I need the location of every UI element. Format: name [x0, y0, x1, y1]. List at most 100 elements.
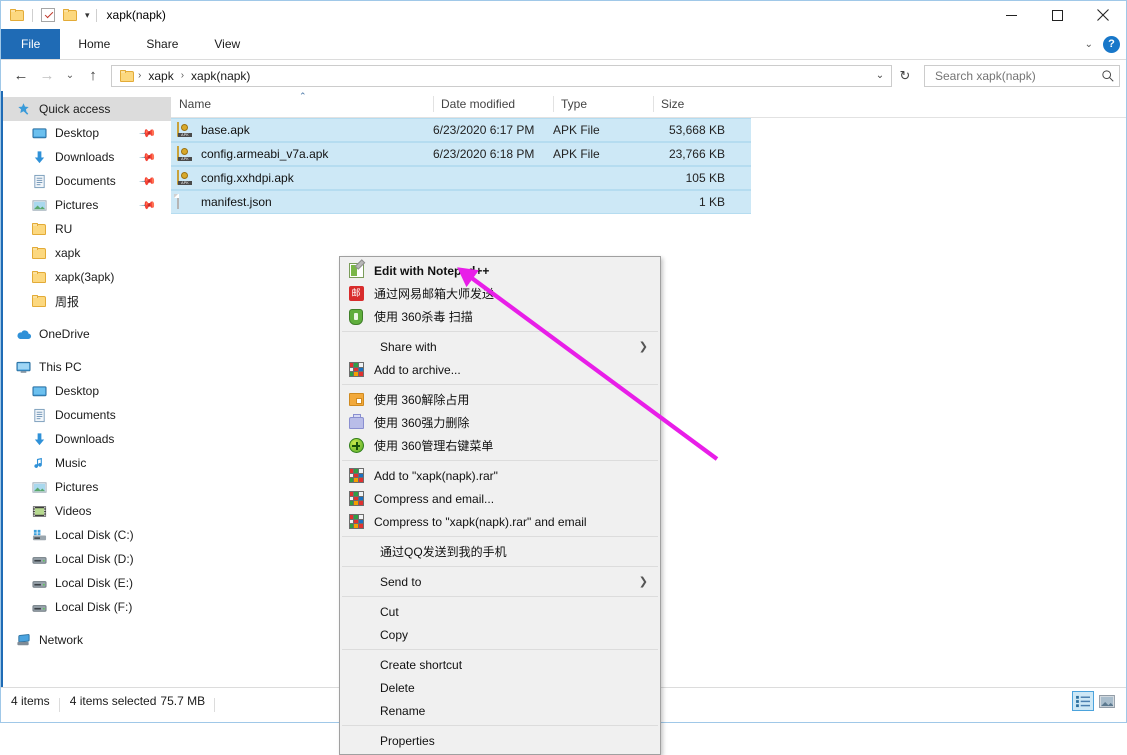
tab-file[interactable]: File	[1, 29, 60, 59]
chevron-down-icon[interactable]: ⌄	[1085, 39, 1093, 50]
sidebar-item-downloads[interactable]: Downloads 📌	[1, 145, 171, 169]
360-shield-icon	[347, 308, 365, 326]
menu-item-label: Cut	[380, 605, 399, 619]
sidebar-item-pc-music[interactable]: Music	[1, 451, 171, 475]
menu-item-netease-mail-send[interactable]: 邮 通过网易邮箱大师发送	[340, 282, 660, 305]
table-row[interactable]: manifest.json 1 KB	[171, 190, 751, 214]
menu-item-compress-to-rar-and-email[interactable]: Compress to "xapk(napk).rar" and email	[340, 510, 660, 533]
menu-item-add-to-rar[interactable]: Add to "xapk(napk).rar"	[340, 464, 660, 487]
menu-item-label: Copy	[380, 628, 408, 642]
menu-item-cut[interactable]: Cut	[340, 600, 660, 623]
tab-view[interactable]: View	[196, 29, 258, 59]
spacer	[1, 346, 171, 355]
menu-item-360-manage-context-menu[interactable]: 使用 360管理右键菜单	[340, 434, 660, 457]
minimize-icon[interactable]	[988, 1, 1034, 29]
menu-item-label: Create shortcut	[380, 658, 462, 672]
chevron-down-icon[interactable]: ▾	[85, 11, 90, 20]
menu-item-label: 通过QQ发送到我的手机	[380, 543, 507, 560]
back-arrow-icon[interactable]: ←	[9, 64, 33, 88]
new-folder-icon[interactable]	[62, 7, 79, 24]
menu-item-360-force-delete[interactable]: 使用 360强力删除	[340, 411, 660, 434]
menu-item-share-with[interactable]: Share with ❯	[340, 335, 660, 358]
close-icon[interactable]	[1080, 1, 1126, 29]
menu-item-edit-with-notepadpp[interactable]: Edit with Notepad++	[340, 259, 660, 282]
tab-home[interactable]: Home	[60, 29, 128, 59]
column-header-date-modified[interactable]: Date modified	[433, 91, 553, 117]
sidebar-label: Quick access	[39, 102, 110, 116]
search-box[interactable]	[924, 65, 1120, 87]
sidebar-item-documents[interactable]: Documents 📌	[1, 169, 171, 193]
sidebar-item-quick-access[interactable]: Quick access	[1, 97, 171, 121]
sidebar-item-zhoubao[interactable]: 周报	[1, 289, 171, 313]
context-menu: Edit with Notepad++ 邮 通过网易邮箱大师发送 使用 360杀…	[339, 256, 661, 755]
sidebar-item-ru[interactable]: RU	[1, 217, 171, 241]
up-arrow-icon[interactable]: ↑	[81, 64, 105, 88]
address-dropdown-icon[interactable]: ⌄	[871, 70, 889, 81]
details-view-button[interactable]	[1072, 691, 1094, 711]
properties-icon[interactable]	[39, 7, 56, 24]
sidebar-item-local-disk-d[interactable]: Local Disk (D:)	[1, 547, 171, 571]
sidebar-label: Pictures	[55, 480, 98, 494]
sidebar-item-pc-desktop[interactable]: Desktop	[1, 379, 171, 403]
help-icon[interactable]: ?	[1103, 36, 1120, 53]
address-field[interactable]: › xapk › xapk(napk) ⌄	[111, 65, 892, 87]
menu-item-add-to-archive[interactable]: Add to archive...	[340, 358, 660, 381]
pin-icon[interactable]: 📌	[139, 196, 158, 215]
file-name-text: manifest.json	[201, 195, 272, 209]
sidebar-item-network[interactable]: Network	[1, 628, 171, 652]
360-unlock-icon	[347, 391, 365, 409]
menu-item-properties[interactable]: Properties	[340, 729, 660, 752]
menu-item-copy[interactable]: Copy	[340, 623, 660, 646]
table-row[interactable]: config.armeabi_v7a.apk 6/23/2020 6:18 PM…	[171, 142, 751, 166]
menu-item-qq-send-to-phone[interactable]: 通过QQ发送到我的手机	[340, 540, 660, 563]
pin-icon[interactable]: 📌	[139, 124, 158, 143]
sidebar-item-pc-videos[interactable]: Videos	[1, 499, 171, 523]
title-bar: ▾ xapk(napk)	[1, 1, 1126, 29]
star-pin-icon	[15, 101, 32, 118]
menu-item-rename[interactable]: Rename	[340, 699, 660, 722]
search-icon[interactable]	[1101, 69, 1115, 83]
sidebar-item-local-disk-f[interactable]: Local Disk (F:)	[1, 595, 171, 619]
sidebar-item-desktop[interactable]: Desktop 📌	[1, 121, 171, 145]
drive-icon	[31, 551, 48, 568]
pin-icon[interactable]: 📌	[139, 148, 158, 167]
pin-icon[interactable]: 📌	[139, 172, 158, 191]
sidebar-item-this-pc[interactable]: This PC	[1, 355, 171, 379]
pictures-icon	[31, 197, 48, 214]
menu-item-send-to[interactable]: Send to ❯	[340, 570, 660, 593]
folder-icon[interactable]	[9, 7, 26, 24]
sidebar-item-onedrive[interactable]: OneDrive	[1, 322, 171, 346]
column-header-size[interactable]: Size	[653, 91, 735, 117]
table-row[interactable]: base.apk 6/23/2020 6:17 PM APK File 53,6…	[171, 118, 751, 142]
menu-item-360-scan[interactable]: 使用 360杀毒 扫描	[340, 305, 660, 328]
sidebar-item-pictures[interactable]: Pictures 📌	[1, 193, 171, 217]
pictures-icon	[31, 479, 48, 496]
breadcrumb-item-current[interactable]: xapk(napk)	[187, 68, 254, 84]
file-name-text: base.apk	[201, 123, 250, 137]
column-header-type[interactable]: Type	[553, 91, 653, 117]
sidebar-item-local-disk-c[interactable]: Local Disk (C:)	[1, 523, 171, 547]
sidebar-item-pc-downloads[interactable]: Downloads	[1, 427, 171, 451]
breadcrumb-folder-icon	[118, 70, 135, 82]
breadcrumb-item-xapk[interactable]: xapk	[144, 68, 177, 84]
sidebar-item-pc-documents[interactable]: Documents	[1, 403, 171, 427]
menu-item-compress-and-email[interactable]: Compress and email...	[340, 487, 660, 510]
sidebar-item-xapk[interactable]: xapk	[1, 241, 171, 265]
refresh-icon[interactable]: ↻	[894, 65, 916, 87]
large-icons-view-button[interactable]	[1096, 691, 1118, 711]
table-row[interactable]: config.xxhdpi.apk 105 KB	[171, 166, 751, 190]
tab-share[interactable]: Share	[128, 29, 196, 59]
sidebar-item-local-disk-e[interactable]: Local Disk (E:)	[1, 571, 171, 595]
recent-locations-icon[interactable]: ⌄	[61, 64, 79, 88]
maximize-icon[interactable]	[1034, 1, 1080, 29]
sidebar-item-pc-pictures[interactable]: Pictures	[1, 475, 171, 499]
search-input[interactable]	[933, 68, 1101, 84]
menu-item-create-shortcut[interactable]: Create shortcut	[340, 653, 660, 676]
menu-item-label: Send to	[380, 575, 421, 589]
menu-item-delete[interactable]: Delete	[340, 676, 660, 699]
divider	[32, 9, 33, 22]
sidebar-item-xapk3apk[interactable]: xapk(3apk)	[1, 265, 171, 289]
menu-item-360-unlock[interactable]: 使用 360解除占用	[340, 388, 660, 411]
forward-arrow-icon[interactable]: →	[35, 64, 59, 88]
sidebar-label: Documents	[55, 408, 116, 422]
